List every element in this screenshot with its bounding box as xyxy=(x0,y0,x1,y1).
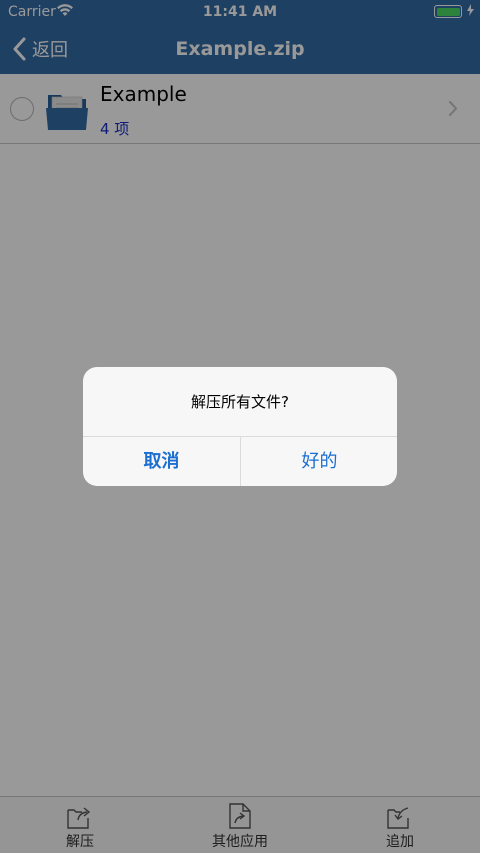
extract-confirm-dialog: 解压所有文件? 取消 好的 xyxy=(83,367,397,486)
ok-button[interactable]: 好的 xyxy=(241,437,397,486)
dialog-message: 解压所有文件? xyxy=(191,393,289,411)
cancel-button[interactable]: 取消 xyxy=(83,437,240,486)
